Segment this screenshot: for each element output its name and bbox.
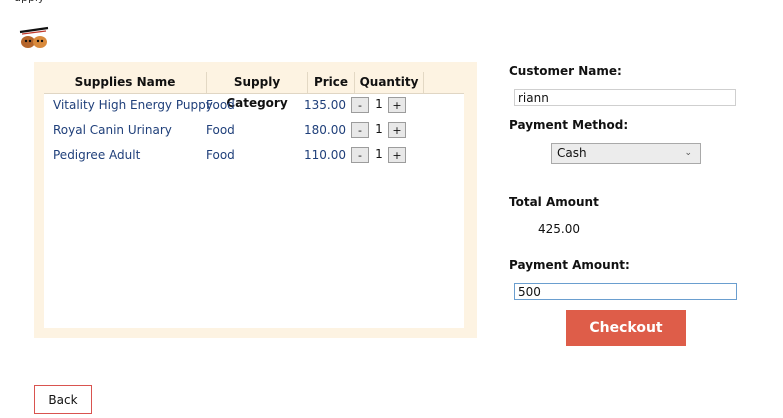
header-price: Price <box>313 75 349 89</box>
header-supplies-name: Supplies Name <box>74 75 176 89</box>
total-amount-value: 425.00 <box>538 222 580 236</box>
table-header: Supplies Name Supply Category Price Quan… <box>44 72 464 110</box>
supply-category-cell: Food <box>206 148 235 162</box>
chevron-down-icon: ⌄ <box>684 148 692 158</box>
window-title-text: upply <box>14 0 45 4</box>
payment-amount-label: Payment Amount: <box>509 258 630 272</box>
table-row[interactable]: Royal Canin Urinary Food 180.00 - 1 + <box>44 118 464 143</box>
quantity-plus-button[interactable]: + <box>388 122 406 138</box>
quantity-plus-button[interactable]: + <box>388 97 406 113</box>
supply-category-cell: Food <box>206 123 235 137</box>
quantity-minus-button[interactable]: - <box>351 147 369 163</box>
quantity-value: 1 <box>375 97 383 111</box>
header-supply-category: Supply Category <box>226 75 288 110</box>
customer-name-label: Customer Name: <box>509 64 622 78</box>
customer-name-field[interactable]: riann <box>514 89 736 106</box>
checkout-button[interactable]: Checkout <box>566 310 686 346</box>
quantity-value: 1 <box>375 122 383 136</box>
quantity-minus-button[interactable]: - <box>351 97 369 113</box>
window-title-fragment: upply <box>0 0 60 4</box>
supply-name-cell: Pedigree Adult <box>53 148 141 162</box>
payment-method-select[interactable]: Cash ⌄ <box>551 143 701 164</box>
price-cell: 110.00 <box>304 148 346 162</box>
supplies-table: Supplies Name Supply Category Price Quan… <box>44 72 464 328</box>
quantity-value: 1 <box>375 147 383 161</box>
total-amount-label: Total Amount <box>509 195 599 209</box>
pets-r-us-logo-icon <box>18 24 50 50</box>
payment-amount-field[interactable]: 500 <box>514 283 737 300</box>
header-quantity: Quantity <box>359 75 419 89</box>
table-row[interactable]: Vitality High Energy Puppy Food 135.00 -… <box>44 93 464 118</box>
back-button[interactable]: Back <box>34 385 92 414</box>
price-cell: 180.00 <box>304 123 346 137</box>
quantity-plus-button[interactable]: + <box>388 147 406 163</box>
price-cell: 135.00 <box>304 98 346 112</box>
supply-name-cell: Royal Canin Urinary <box>53 123 172 137</box>
cart-panel: Supplies Name Supply Category Price Quan… <box>34 62 477 338</box>
supply-category-cell: Food <box>206 98 235 112</box>
payment-method-label: Payment Method: <box>509 118 629 132</box>
payment-method-value: Cash <box>557 146 587 160</box>
table-row[interactable]: Pedigree Adult Food 110.00 - 1 + <box>44 143 464 168</box>
supply-name-cell: Vitality High Energy Puppy <box>53 98 213 112</box>
quantity-minus-button[interactable]: - <box>351 122 369 138</box>
